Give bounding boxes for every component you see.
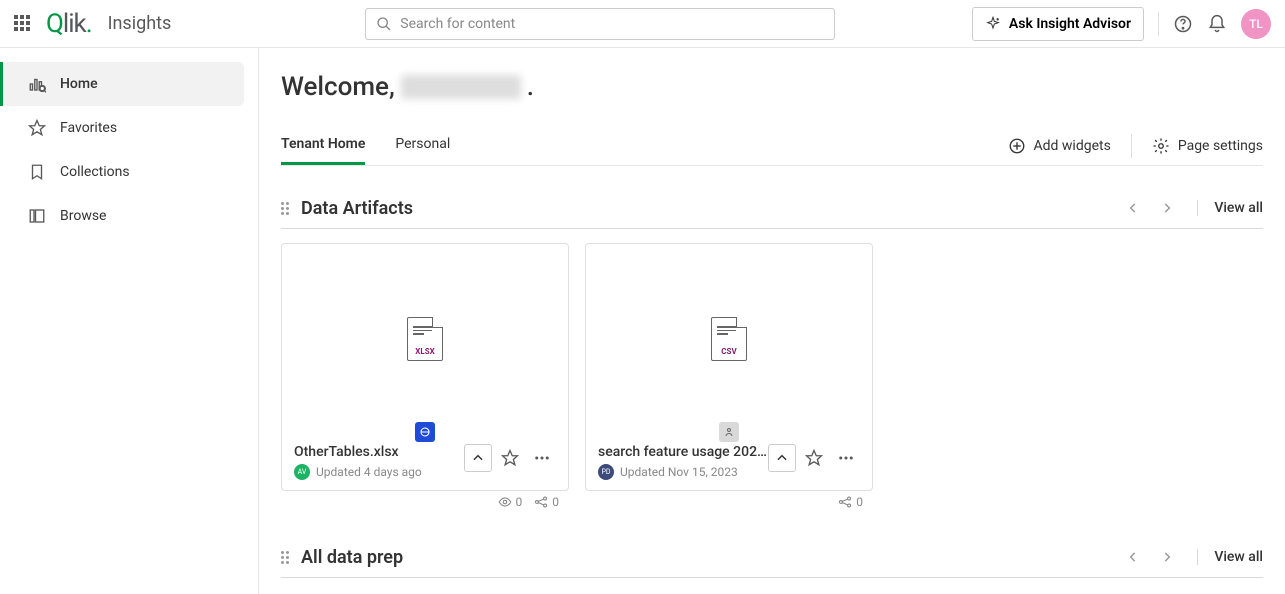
owner-avatar-icon: PD: [598, 464, 614, 480]
star-icon: [501, 449, 519, 467]
space-badge-icon: [415, 422, 435, 442]
more-button[interactable]: [832, 444, 860, 472]
divider: [1158, 12, 1159, 36]
view-all-link[interactable]: View all: [1197, 549, 1263, 565]
file-xlsx-icon: XLSX: [407, 317, 443, 361]
welcome-username-redacted: [401, 75, 521, 99]
gear-icon: [1152, 137, 1170, 155]
notifications-button[interactable]: [1207, 14, 1227, 34]
drag-handle-icon[interactable]: [281, 202, 295, 215]
chevron-right-icon: [1160, 550, 1174, 564]
card-updated: Updated Nov 15, 2023: [620, 465, 738, 479]
welcome-heading: Welcome, .: [281, 72, 1263, 102]
apps-launcher-icon[interactable]: [14, 15, 32, 33]
ask-button-label: Ask Insight Advisor: [1009, 16, 1131, 32]
main-content: Welcome, . Tenant Home Personal Add widg…: [259, 48, 1285, 594]
next-button[interactable]: [1153, 194, 1181, 222]
sidebar-item-favorites[interactable]: Favorites: [0, 106, 244, 150]
card-title: search feature usage 2023.cs: [598, 444, 768, 460]
star-icon: [28, 119, 46, 137]
search-box[interactable]: [365, 8, 835, 40]
favorite-button[interactable]: [496, 444, 524, 472]
bell-icon: [1207, 14, 1227, 34]
expand-button[interactable]: [464, 444, 492, 472]
chevron-left-icon: [1126, 550, 1140, 564]
user-avatar[interactable]: TL: [1241, 9, 1271, 39]
app-section-title: Insights: [108, 13, 172, 34]
star-icon: [805, 449, 823, 467]
sidebar-item-collections[interactable]: Collections: [0, 150, 244, 194]
sparkle-icon: [985, 16, 1001, 32]
card-preview: CSV: [586, 244, 872, 434]
tab-personal[interactable]: Personal: [395, 126, 450, 165]
divider: [1131, 134, 1132, 158]
prev-button[interactable]: [1119, 543, 1147, 571]
search-icon: [376, 16, 392, 32]
home-chart-icon: [28, 75, 46, 93]
file-csv-icon: CSV: [711, 317, 747, 361]
more-icon: [533, 449, 551, 467]
views-count: 0: [498, 495, 523, 509]
qlik-logo-icon: Qlik.: [46, 8, 92, 39]
card-title: OtherTables.xlsx: [294, 444, 464, 460]
sidebar-item-home[interactable]: Home: [0, 62, 244, 106]
ask-insight-advisor-button[interactable]: Ask Insight Advisor: [972, 7, 1144, 41]
favorite-button[interactable]: [800, 444, 828, 472]
view-all-link[interactable]: View all: [1197, 200, 1263, 216]
search-input[interactable]: [400, 16, 824, 32]
sidebar: Home Favorites Collections Browse: [0, 48, 259, 594]
expand-button[interactable]: [768, 444, 796, 472]
welcome-prefix: Welcome,: [281, 72, 395, 102]
chevron-up-icon: [775, 451, 789, 465]
card-footer: 0 0: [281, 491, 569, 515]
add-widgets-button[interactable]: Add widgets: [1008, 137, 1111, 155]
card-footer: 0: [585, 491, 873, 515]
prev-button[interactable]: [1119, 194, 1147, 222]
lineage-icon: [534, 495, 548, 509]
usage-count: 0: [838, 495, 863, 509]
sidebar-item-label: Collections: [60, 164, 130, 180]
next-button[interactable]: [1153, 543, 1181, 571]
sidebar-item-label: Home: [60, 76, 98, 92]
page-settings-button[interactable]: Page settings: [1152, 137, 1263, 155]
add-widgets-label: Add widgets: [1034, 138, 1111, 154]
space-badge-icon: [719, 422, 739, 442]
browse-icon: [28, 207, 46, 225]
plus-circle-icon: [1008, 137, 1026, 155]
page-settings-label: Page settings: [1178, 138, 1263, 154]
section-title: Data Artifacts: [301, 198, 413, 219]
eye-icon: [498, 495, 512, 509]
help-button[interactable]: [1173, 14, 1193, 34]
card-preview: XLSX: [282, 244, 568, 434]
tab-tenant-home[interactable]: Tenant Home: [281, 126, 365, 165]
lineage-icon: [838, 495, 852, 509]
section-title: All data prep: [301, 547, 403, 568]
sidebar-item-browse[interactable]: Browse: [0, 194, 244, 238]
artifact-card[interactable]: XLSX OtherTables.xlsx AV Upd: [281, 243, 569, 491]
artifact-card[interactable]: CSV search feature usage 2023.cs PD: [585, 243, 873, 491]
chevron-up-icon: [471, 451, 485, 465]
more-button[interactable]: [528, 444, 556, 472]
help-icon: [1173, 14, 1193, 34]
usage-count: 0: [534, 495, 559, 509]
sidebar-item-label: Favorites: [60, 120, 117, 136]
bookmark-icon: [28, 163, 46, 181]
sidebar-item-label: Browse: [60, 208, 106, 224]
more-icon: [837, 449, 855, 467]
logo[interactable]: Qlik. Insights: [46, 8, 171, 39]
owner-avatar-icon: AV: [294, 464, 310, 480]
chevron-right-icon: [1160, 201, 1174, 215]
card-updated: Updated 4 days ago: [316, 465, 422, 479]
chevron-left-icon: [1126, 201, 1140, 215]
drag-handle-icon[interactable]: [281, 551, 295, 564]
